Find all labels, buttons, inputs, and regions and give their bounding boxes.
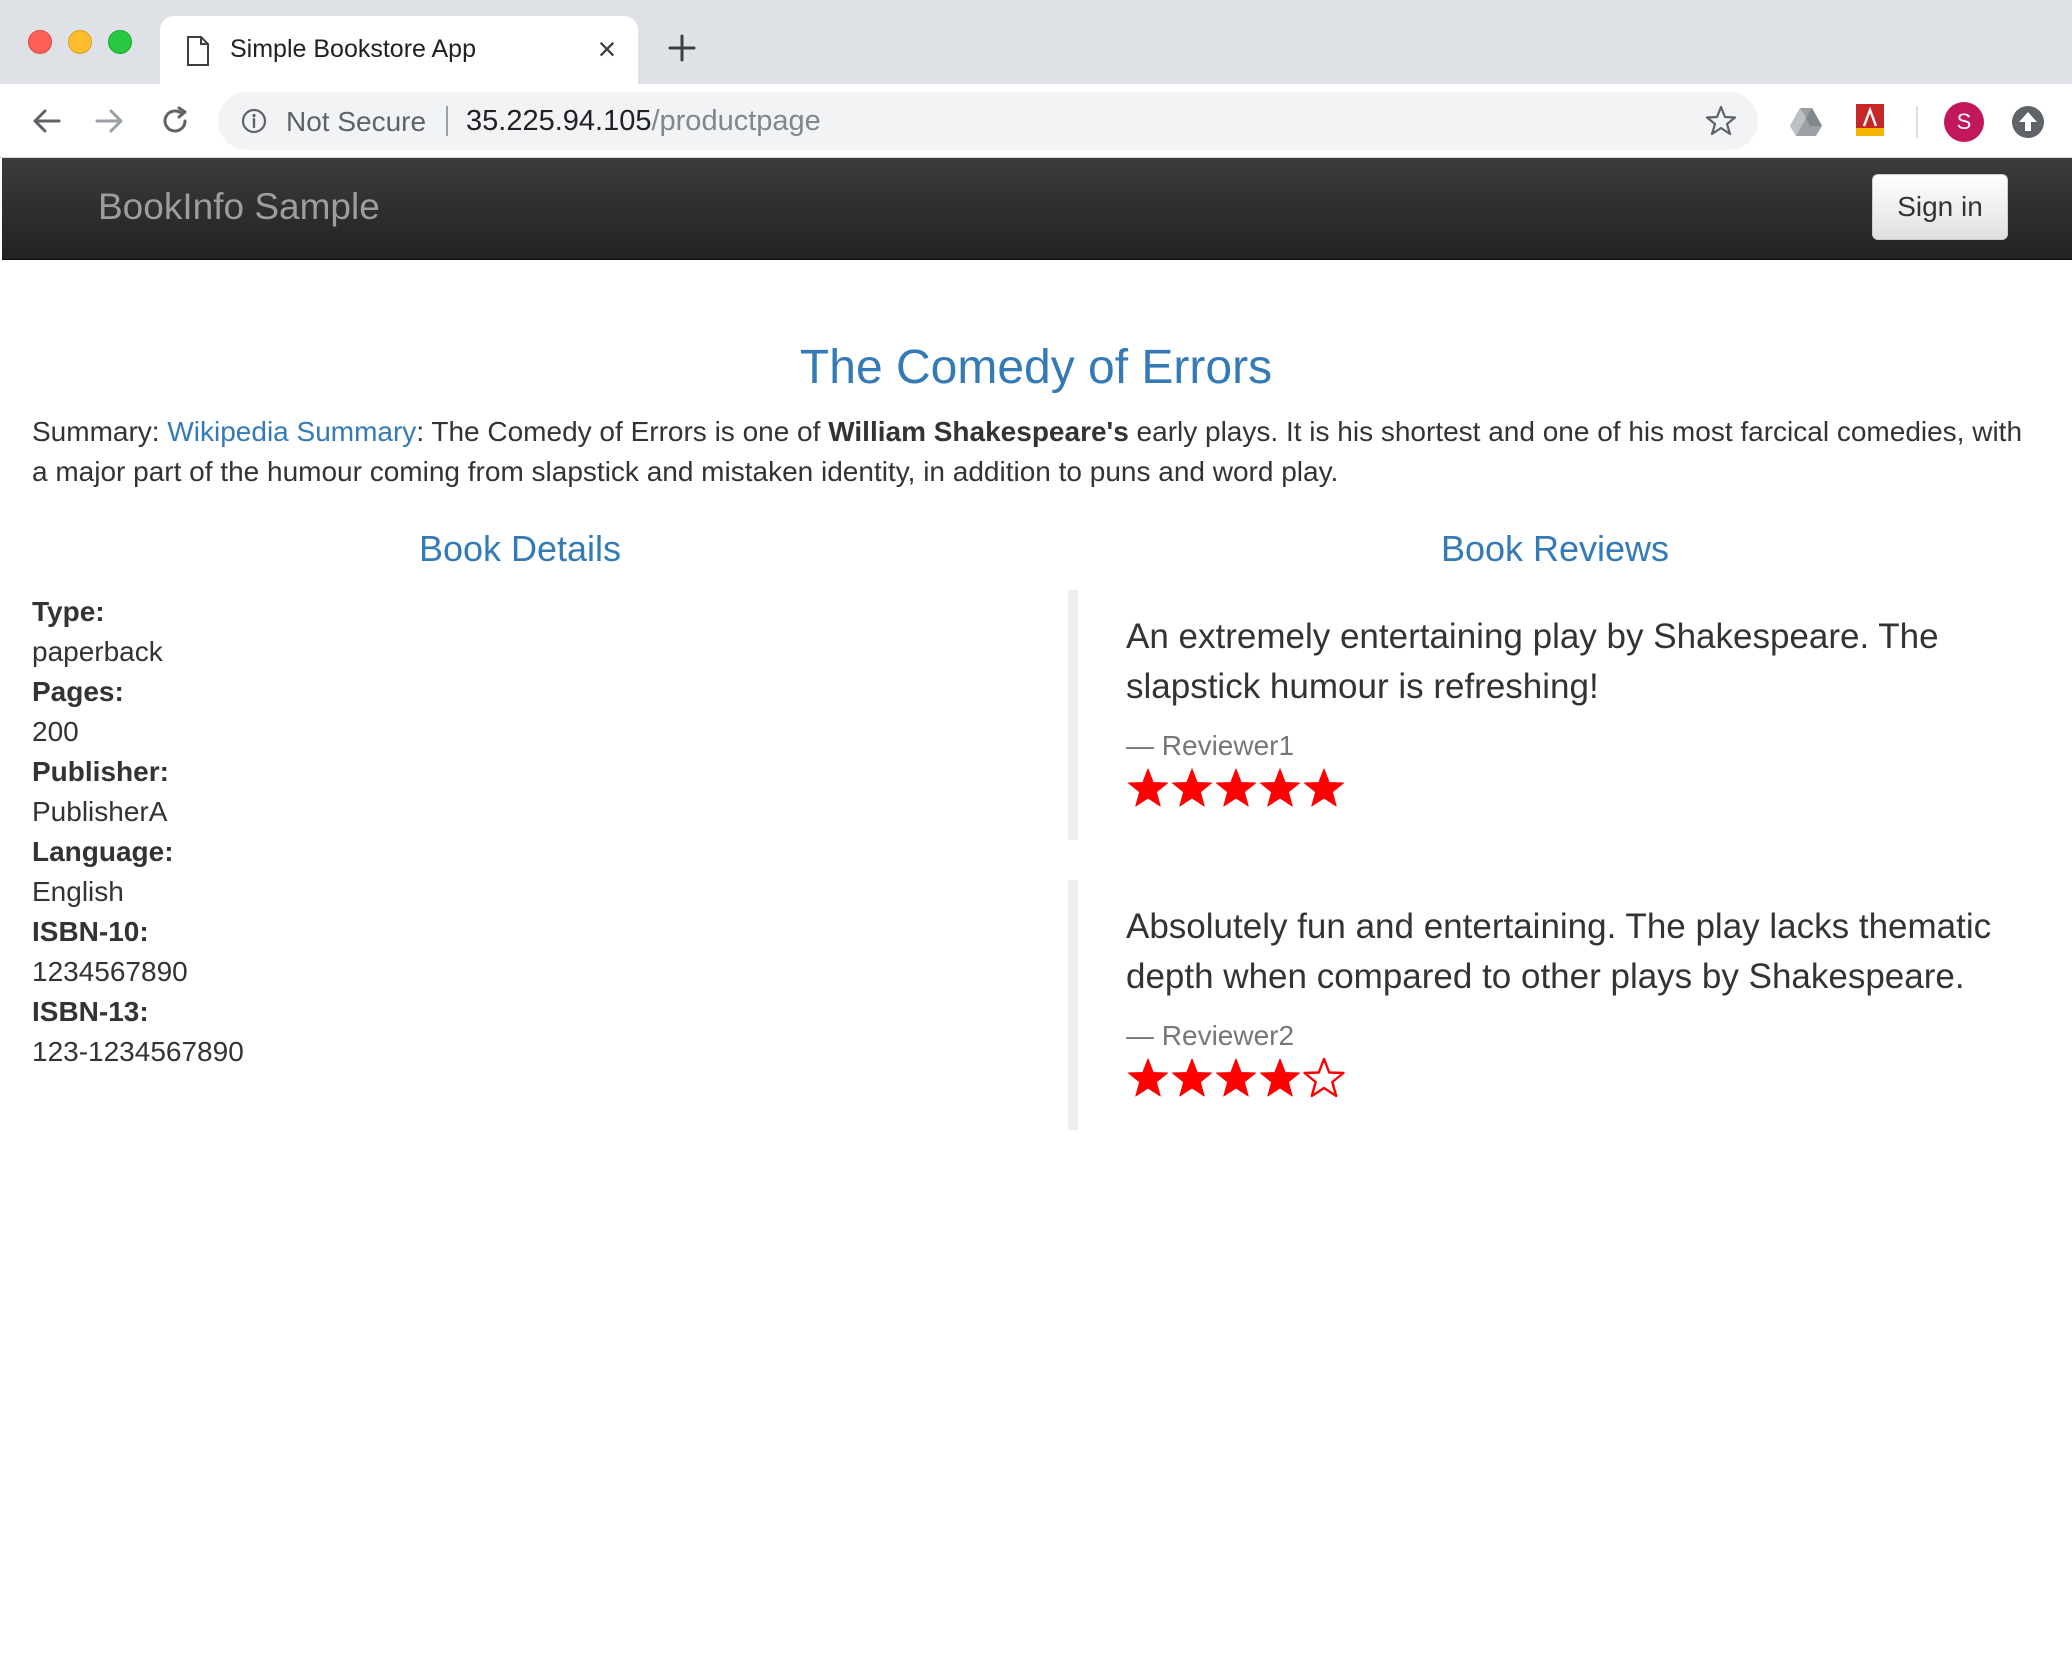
review-text: Absolutely fun and entertaining. The pla… — [1126, 907, 1992, 996]
detail-label-language: Language: — [32, 836, 174, 867]
review-text: An extremely entertaining play by Shakes… — [1126, 617, 1939, 706]
book-details-heading: Book Details — [418, 528, 622, 569]
address-bar[interactable]: Not Secure 35.225.94.105/productpage — [218, 92, 1758, 150]
detail-label-pages: Pages: — [32, 676, 124, 707]
window-zoom-button[interactable] — [108, 30, 132, 54]
detail-value-isbn10: 1234567890 — [32, 956, 188, 987]
detail-label-type: Type: — [32, 596, 105, 627]
star-filled-icon — [1260, 1058, 1300, 1097]
pdf-extension-icon[interactable] — [1852, 102, 1888, 138]
tab-title: Simple Bookstore App — [230, 35, 476, 63]
star-filled-icon — [1128, 768, 1168, 807]
star-filled-icon — [1216, 1058, 1256, 1097]
sign-in-button[interactable]: Sign in — [1872, 174, 2008, 240]
review-card: An extremely entertaining play by Shakes… — [1068, 590, 2028, 840]
star-filled-icon — [1172, 768, 1212, 807]
book-reviews-heading: Book Reviews — [1440, 528, 1670, 569]
star-filled-icon — [1304, 768, 1344, 807]
close-icon[interactable]: × — [592, 33, 622, 65]
detail-value-publisher: PublisherA — [32, 796, 168, 827]
review-author: — Reviewer1 — [1126, 730, 1295, 761]
review-card: Absolutely fun and entertaining. The pla… — [1068, 880, 2028, 1130]
back-icon[interactable] — [28, 102, 66, 140]
profile-avatar[interactable]: S — [1944, 102, 1984, 142]
detail-label-isbn13: ISBN-13: — [32, 996, 149, 1027]
not-secure-label: Not Secure — [286, 106, 427, 137]
detail-value-pages: 200 — [32, 716, 79, 747]
site-navbar: BookInfo Sample Sign in — [2, 158, 2072, 260]
url-path: /productpage — [651, 105, 821, 137]
browser-tab[interactable]: Simple Bookstore App × — [160, 16, 638, 84]
star-filled-icon — [1260, 768, 1300, 807]
url-text[interactable]: 35.225.94.105/productpage — [466, 105, 821, 138]
window-minimize-button[interactable] — [68, 30, 92, 54]
star-bookmark-icon[interactable] — [1704, 104, 1738, 138]
detail-label-publisher: Publisher: — [32, 756, 169, 787]
summary-author: William Shakespeare's — [828, 416, 1129, 447]
detail-value-type: paperback — [32, 636, 163, 667]
summary-text-1: : The Comedy of Errors is one of — [416, 416, 829, 447]
browser-tab-strip: Simple Bookstore App × — [0, 0, 2072, 84]
book-title: The Comedy of Errors — [799, 341, 1273, 394]
window-close-button[interactable] — [28, 30, 52, 54]
wikipedia-summary-link[interactable]: Wikipedia Summary — [167, 416, 416, 447]
detail-value-isbn13: 123-1234567890 — [32, 1036, 244, 1067]
forward-icon[interactable] — [90, 102, 128, 140]
star-rating — [1126, 1056, 1346, 1100]
toolbar-divider — [1916, 106, 1918, 138]
info-icon[interactable] — [240, 107, 268, 135]
drive-icon[interactable] — [1788, 104, 1824, 140]
star-empty-icon — [1303, 1057, 1345, 1098]
reload-icon[interactable] — [156, 102, 194, 140]
browser-toolbar: Not Secure 35.225.94.105/productpage S — [0, 84, 2072, 158]
detail-label-isbn10: ISBN-10: — [32, 916, 149, 947]
summary-prefix: Summary: — [32, 416, 168, 447]
review-author: — Reviewer2 — [1126, 1020, 1295, 1051]
detail-value-language: English — [32, 876, 124, 907]
star-filled-icon — [1172, 1058, 1212, 1097]
star-filled-icon — [1128, 1058, 1168, 1097]
star-filled-icon — [1216, 768, 1256, 807]
book-details-list: Type: paperback Pages: 200 Publisher: Pu… — [32, 592, 244, 1072]
star-rating — [1126, 766, 1346, 810]
address-bar-divider — [446, 106, 448, 136]
update-icon[interactable] — [2010, 104, 2046, 140]
plus-icon[interactable] — [664, 30, 700, 66]
page-icon — [187, 36, 209, 66]
url-host: 35.225.94.105 — [466, 105, 652, 137]
brand-link[interactable]: BookInfo Sample — [98, 186, 380, 228]
book-summary: Summary: Wikipedia Summary: The Comedy o… — [32, 412, 2042, 492]
